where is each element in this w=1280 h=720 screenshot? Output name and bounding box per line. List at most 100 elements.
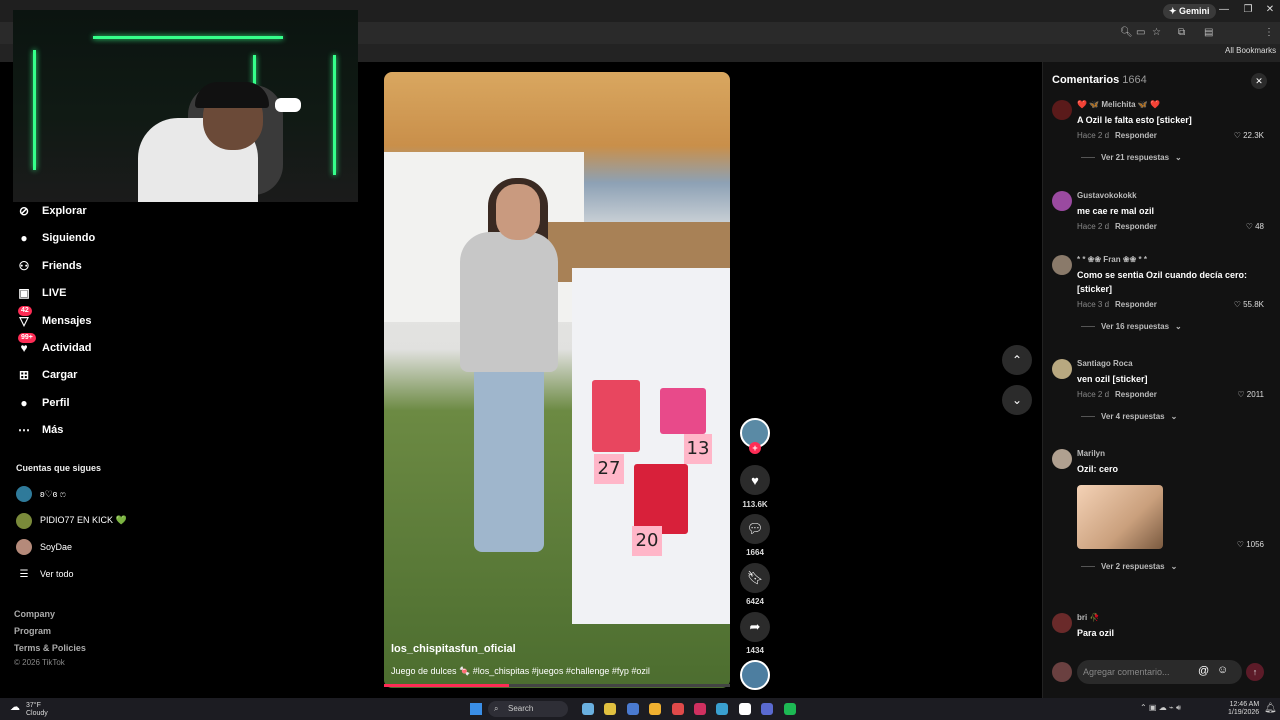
activity-icon: ♥ 99+ xyxy=(16,333,36,356)
view-replies-label: Ver 2 respuestas xyxy=(1101,562,1165,571)
taskbar-clock[interactable]: 12:46 AM 1/19/2026 xyxy=(1228,701,1259,717)
start-icon[interactable] xyxy=(470,703,482,715)
comment-username[interactable]: Santiago Roca xyxy=(1077,359,1133,368)
taskbar-app-icon[interactable] xyxy=(694,703,706,715)
sidepanel-icon[interactable]: ▤ xyxy=(1204,27,1213,38)
close-window-button[interactable]: ✕ xyxy=(1262,4,1278,15)
comment-avatar[interactable] xyxy=(1052,191,1072,211)
comment-avatar[interactable] xyxy=(1052,613,1072,633)
sidebar-item-más[interactable]: ⋯ Más xyxy=(16,420,63,440)
comment-button[interactable]: 💬︎ xyxy=(740,514,770,544)
view-replies-button[interactable]: Ver 2 respuestas ⌄ xyxy=(1081,562,1177,571)
taskbar-app-icon[interactable] xyxy=(738,703,751,715)
taskbar-app-icon[interactable] xyxy=(604,703,617,715)
cast-icon[interactable]: ▭ xyxy=(1136,27,1145,38)
gemini-label: Gemini xyxy=(1179,6,1210,16)
following-account[interactable]: SoyDae xyxy=(16,538,72,556)
sidebar-item-actividad[interactable]: ♥ 99+ Actividad xyxy=(16,333,92,358)
gemini-button[interactable]: ✦ Gemini xyxy=(1163,4,1216,19)
tray-icons[interactable]: ⌃ ▣ ☁ ⌁ 🔊︎ xyxy=(1140,703,1181,713)
footer-company[interactable]: Company xyxy=(14,609,55,619)
taskbar-search[interactable]: ⌕ Search xyxy=(488,701,568,717)
see-all-link[interactable]: ☰ Ver todo xyxy=(16,565,74,583)
video-player[interactable]: 27 13 20 xyxy=(384,72,730,688)
comment-avatar[interactable] xyxy=(1052,255,1072,275)
sidebar-item-mensajes[interactable]: ▽ 42 Mensajes xyxy=(16,305,92,331)
save-button[interactable]: 🔖︎ xyxy=(740,563,770,593)
comment-like[interactable]: ♡ 48 xyxy=(1212,222,1264,231)
taskbar-app-icon[interactable] xyxy=(582,703,594,715)
view-replies-label: Ver 4 respuestas xyxy=(1101,412,1165,421)
video-progress[interactable] xyxy=(384,684,730,687)
comment-avatar[interactable] xyxy=(1052,359,1072,379)
sidebar-item-friends[interactable]: ⚇ Friends xyxy=(16,256,82,276)
comment-like[interactable]: ♡ 22.3K xyxy=(1212,131,1264,140)
follow-plus-icon[interactable]: + xyxy=(749,442,761,454)
taskbar-app-icon[interactable] xyxy=(761,703,774,715)
weather-widget[interactable]: 37°F Cloudy xyxy=(26,702,48,718)
taskbar-app-icon[interactable] xyxy=(716,703,729,715)
taskbar-app-icon[interactable] xyxy=(783,703,796,715)
divider xyxy=(1081,566,1095,567)
footer-terms[interactable]: Terms & Policies xyxy=(14,643,86,653)
taskbar-app-icon[interactable] xyxy=(671,703,684,715)
comment-username[interactable]: ❤️ 🦋 Melichita 🦋 ❤️ xyxy=(1077,100,1160,109)
taskbar-app-icon[interactable] xyxy=(626,703,639,715)
comment-like-count: 1056 xyxy=(1246,540,1264,549)
comment-username[interactable]: Marilyn xyxy=(1077,449,1105,458)
sidebar-item-perfil[interactable]: ● Perfil xyxy=(16,393,69,413)
emoji-icon[interactable]: ☺ xyxy=(1217,664,1228,676)
comment-text: me cae re mal ozil xyxy=(1077,206,1155,216)
following-account[interactable]: PIDIO77 EN KICK 💚 xyxy=(16,512,127,530)
extensions-icon[interactable]: ⧉ xyxy=(1178,27,1185,38)
all-bookmarks[interactable]: All Bookmarks xyxy=(1225,46,1276,55)
view-replies-button[interactable]: Ver 4 respuestas ⌄ xyxy=(1081,412,1177,421)
comment-username[interactable]: Gustavokokokk xyxy=(1077,191,1137,200)
zoom-icon[interactable]: 🔍︎ xyxy=(1120,27,1133,38)
close-comments-button[interactable]: ✕ xyxy=(1251,73,1267,89)
comment-like[interactable]: ♡ 1056 xyxy=(1212,540,1264,549)
reply-button[interactable]: Responder xyxy=(1115,390,1157,399)
like-button[interactable]: ♥ xyxy=(740,465,770,495)
video-username[interactable]: los_chispitasfun_oficial xyxy=(391,643,516,655)
taskbar-app-icon[interactable] xyxy=(649,703,662,715)
minimize-button[interactable]: — xyxy=(1216,4,1232,15)
sidebar-item-siguiendo[interactable]: ● Siguiendo xyxy=(16,228,95,248)
weather-condition: Cloudy xyxy=(26,710,48,717)
heart-outline-icon: ♡ xyxy=(1236,540,1247,549)
board-number: 13 xyxy=(684,434,712,464)
following-name: ʚ♡ɞ ෆ xyxy=(40,488,66,499)
video-description: Juego de dulces 🍬 #los_chispitas #juegos… xyxy=(391,666,650,676)
comment-sticker-image[interactable] xyxy=(1077,485,1163,549)
following-icon: ● xyxy=(20,231,28,246)
comment-avatar[interactable] xyxy=(1052,100,1072,120)
comment-username[interactable]: * * ❀❀ Fran ❀❀ * * xyxy=(1077,255,1147,264)
next-video-button[interactable]: ⌄ xyxy=(1002,385,1032,415)
comment-avatar[interactable] xyxy=(1052,449,1072,469)
view-replies-button[interactable]: Ver 21 respuestas ⌄ xyxy=(1081,153,1182,162)
send-button[interactable]: ↑ xyxy=(1246,663,1264,681)
sidebar-item-label: Más xyxy=(42,424,64,437)
sidebar-item-label: Explorar xyxy=(42,205,87,217)
reply-button[interactable]: Responder xyxy=(1115,300,1157,309)
following-account[interactable]: ʚ♡ɞ ෆ xyxy=(16,485,66,503)
sidebar-item-explorar[interactable]: ⊘ Explorar xyxy=(16,201,87,221)
reply-button[interactable]: Responder xyxy=(1115,222,1157,231)
sidebar-item-live[interactable]: ▣ LIVE xyxy=(16,283,66,303)
sidebar-item-cargar[interactable]: ⊞ Cargar xyxy=(16,365,78,385)
comment-like[interactable]: ♡ 55.8K xyxy=(1212,300,1264,309)
view-replies-button[interactable]: Ver 16 respuestas ⌄ xyxy=(1081,322,1182,331)
comment-like-count: 48 xyxy=(1255,222,1264,231)
comment-username[interactable]: bri 🥀 xyxy=(1077,613,1099,622)
mention-icon[interactable]: @ xyxy=(1198,665,1209,677)
restore-button[interactable]: ❐ xyxy=(1240,4,1256,15)
reply-button[interactable]: Responder xyxy=(1115,131,1157,140)
footer-program[interactable]: Program xyxy=(14,626,51,636)
menu-icon[interactable]: ⋮ xyxy=(1264,27,1274,38)
share-button[interactable]: ➦ xyxy=(740,612,770,642)
music-disc-avatar[interactable] xyxy=(740,660,770,690)
bookmark-star-icon[interactable]: ☆ xyxy=(1152,27,1161,38)
comment-like[interactable]: ♡ 2011 xyxy=(1212,390,1264,399)
notification-icon[interactable]: 🔔︎ xyxy=(1264,703,1277,714)
previous-video-button[interactable]: ⌃ xyxy=(1002,345,1032,375)
